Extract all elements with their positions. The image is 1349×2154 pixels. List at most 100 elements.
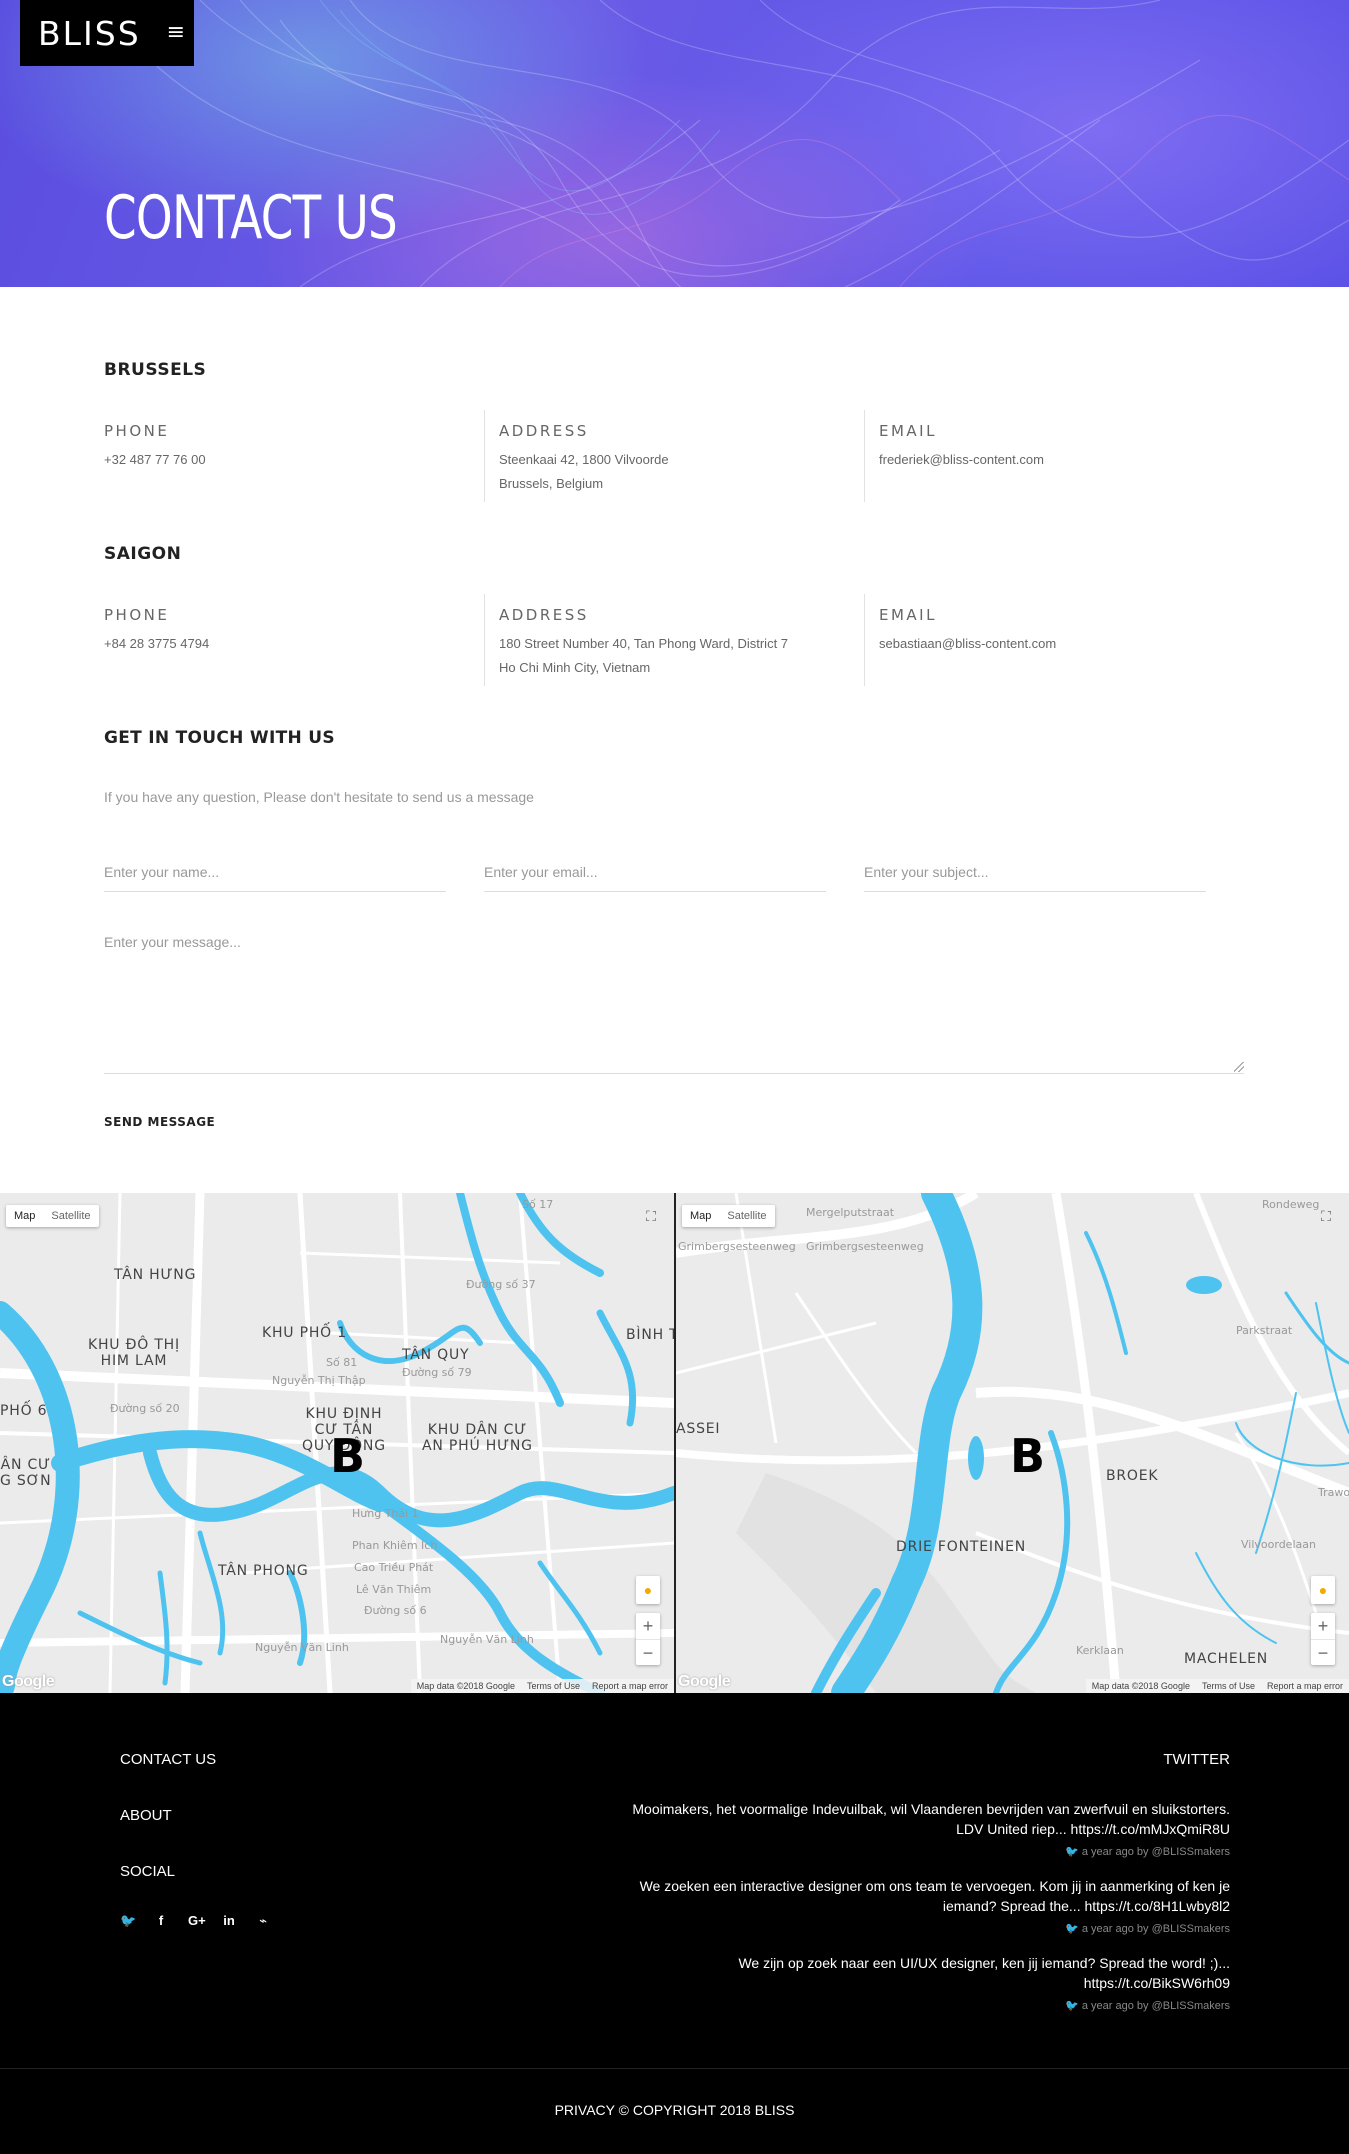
phone-label: PHONE bbox=[104, 422, 170, 440]
footer-nav: CONTACT US ABOUT SOCIAL bbox=[120, 1751, 216, 1919]
phone-label: PHONE bbox=[104, 606, 170, 624]
zoom-in-button[interactable]: + bbox=[636, 1613, 660, 1639]
map-street-label: Đường số 37 bbox=[466, 1278, 536, 1291]
fullscreen-icon[interactable]: ⛶ bbox=[1317, 1207, 1335, 1225]
send-message-button[interactable]: SEND MESSAGE bbox=[104, 1115, 215, 1129]
map-place-label: KHU DÂN CƯ AN PHÚ HƯNG bbox=[422, 1422, 533, 1454]
map-attribution: Map data ©2018 Google Terms of Use Repor… bbox=[1085, 1679, 1349, 1693]
contact-form-title: GET IN TOUCH WITH US bbox=[104, 728, 335, 748]
tweet-text[interactable]: Mooimakers, het voormalige Indevuilbak, … bbox=[610, 1799, 1230, 1839]
email-input[interactable] bbox=[484, 852, 826, 892]
linkedin-icon[interactable]: in bbox=[222, 1913, 236, 1929]
tweet-meta: 🐦 a year ago by @BLISSmakers bbox=[610, 1845, 1230, 1858]
phone-value[interactable]: +32 487 77 76 00 bbox=[104, 448, 484, 472]
phone-value[interactable]: +84 28 3775 4794 bbox=[104, 632, 484, 656]
zoom-out-button[interactable]: − bbox=[1311, 1639, 1335, 1665]
address-line-1: 180 Street Number 40, Tan Phong Ward, Di… bbox=[499, 636, 789, 651]
map-type-satellite-button[interactable]: Satellite bbox=[719, 1205, 774, 1227]
tweet: Mooimakers, het voormalige Indevuilbak, … bbox=[610, 1799, 1230, 1858]
fullscreen-icon[interactable]: ⛶ bbox=[642, 1207, 660, 1225]
hero-banner: BLISS ≡ CONTACT US bbox=[0, 0, 1349, 287]
map-saigon[interactable]: TÂN HƯNG KHU ĐÔ THỊ HIM LAM KHU PHỐ 1 TÂ… bbox=[0, 1193, 674, 1693]
terms-of-use-link[interactable]: Terms of Use bbox=[527, 1681, 580, 1691]
street-view-pegman-icon[interactable]: ● bbox=[636, 1576, 660, 1604]
map-street-label: Đường số 79 bbox=[402, 1366, 472, 1379]
email-label: EMAIL bbox=[879, 422, 937, 440]
twitter-icon[interactable]: 🐦 bbox=[120, 1913, 136, 1929]
tweet-meta-text: a year ago by @BLISSmakers bbox=[1081, 1923, 1230, 1935]
map-marker[interactable]: B bbox=[330, 1429, 365, 1483]
map-place-label: KHU PHỐ 1 bbox=[262, 1325, 347, 1341]
map-street-label: Kerklaan bbox=[1076, 1644, 1124, 1657]
footer-link-contact-us[interactable]: CONTACT US bbox=[120, 1751, 216, 1769]
google-logo: Google bbox=[678, 1673, 731, 1690]
subject-input[interactable] bbox=[864, 852, 1206, 892]
facebook-icon[interactable]: f bbox=[154, 1913, 168, 1929]
email-label: EMAIL bbox=[879, 606, 937, 624]
brand-name: BLISS bbox=[38, 13, 141, 53]
map-marker[interactable]: B bbox=[1010, 1429, 1045, 1483]
address-column: ADDRESS Steenkaai 42, 1800 Vilvoorde Bru… bbox=[484, 410, 864, 502]
map-street-label: Cao Triều Phát bbox=[354, 1561, 434, 1574]
map-type-satellite-button[interactable]: Satellite bbox=[43, 1205, 98, 1227]
tweet: We zijn op zoek naar een UI/UX designer,… bbox=[610, 1953, 1230, 2012]
report-map-error-link[interactable]: Report a map error bbox=[592, 1681, 668, 1691]
terms-of-use-link[interactable]: Terms of Use bbox=[1202, 1681, 1255, 1691]
copyright-text[interactable]: PRIVACY © COPYRIGHT 2018 BLISS bbox=[0, 2102, 1349, 2118]
twitter-heading: TWITTER bbox=[1163, 1751, 1230, 1768]
google-plus-icon[interactable]: G+ bbox=[188, 1913, 206, 1929]
map-place-label: PHỐ 6 bbox=[0, 1403, 48, 1419]
map-street-label: Mergelputstraat bbox=[806, 1206, 895, 1219]
name-input[interactable] bbox=[104, 852, 446, 892]
tweet-text[interactable]: We zijn op zoek naar een UI/UX designer,… bbox=[610, 1953, 1230, 1993]
tweet-text[interactable]: We zoeken een interactive designer om on… bbox=[610, 1876, 1230, 1916]
email-value[interactable]: frederiek@bliss-content.com bbox=[879, 448, 1244, 472]
phone-column: PHONE +32 487 77 76 00 bbox=[104, 410, 484, 502]
map-brussels[interactable]: ASSEI BROEK DRIE FONTEINEN MACHELEN Merg… bbox=[676, 1193, 1349, 1693]
office-name: BRUSSELS bbox=[104, 360, 207, 380]
address-value: 180 Street Number 40, Tan Phong Ward, Di… bbox=[499, 632, 864, 680]
map-street-label: Grimbergsesteenweg bbox=[806, 1240, 924, 1253]
office-brussels: BRUSSELS PHONE +32 487 77 76 00 ADDRESS … bbox=[104, 360, 1244, 502]
map-street-label: Lê Văn Thiêm bbox=[356, 1583, 432, 1596]
rss-icon[interactable]: ⌁ bbox=[256, 1913, 270, 1929]
map-street-label: Parkstraat bbox=[1236, 1324, 1293, 1337]
message-textarea[interactable] bbox=[104, 926, 1244, 1074]
address-label: ADDRESS bbox=[499, 422, 589, 440]
street-view-pegman-icon[interactable]: ● bbox=[1311, 1576, 1335, 1604]
map-street-label: Phan Khiêm Ích bbox=[352, 1539, 438, 1552]
tweet-list: Mooimakers, het voormalige Indevuilbak, … bbox=[610, 1799, 1230, 2030]
map-street-label: Hưng Thái 1 bbox=[352, 1507, 419, 1520]
map-street-label: Đường số 6 bbox=[364, 1604, 427, 1617]
map-place-label: TÂN QUY bbox=[402, 1347, 470, 1363]
email-value[interactable]: sebastiaan@bliss-content.com bbox=[879, 632, 1244, 656]
twitter-bird-icon: 🐦 bbox=[1065, 2000, 1082, 2012]
map-type-map-button[interactable]: Map bbox=[682, 1205, 719, 1227]
map-attribution: Map data ©2018 Google Terms of Use Repor… bbox=[410, 1679, 674, 1693]
map-place-label: BÌNH T bbox=[626, 1327, 674, 1343]
footer-link-about[interactable]: ABOUT bbox=[120, 1807, 216, 1825]
map-place-label: ÂN CƯ G SƠN bbox=[0, 1457, 52, 1489]
tweet-meta: 🐦 a year ago by @BLISSmakers bbox=[610, 1999, 1230, 2012]
office-details: PHONE +84 28 3775 4794 ADDRESS 180 Stree… bbox=[104, 594, 1244, 686]
map-place-label: MACHELEN bbox=[1184, 1651, 1269, 1667]
office-name: SAIGON bbox=[104, 544, 182, 564]
map-street-label: Trawoo bbox=[1318, 1486, 1349, 1499]
email-column: EMAIL frederiek@bliss-content.com bbox=[864, 410, 1244, 502]
map-street-label: Số 81 bbox=[326, 1356, 358, 1369]
map-type-control: Map Satellite bbox=[6, 1205, 99, 1227]
zoom-in-button[interactable]: + bbox=[1311, 1613, 1335, 1639]
report-map-error-link[interactable]: Report a map error bbox=[1267, 1681, 1343, 1691]
map-type-control: Map Satellite bbox=[682, 1205, 775, 1227]
zoom-out-button[interactable]: − bbox=[636, 1639, 660, 1665]
map-place-label: BROEK bbox=[1106, 1468, 1159, 1484]
office-details: PHONE +32 487 77 76 00 ADDRESS Steenkaai… bbox=[104, 410, 1244, 502]
footer-link-social[interactable]: SOCIAL bbox=[120, 1863, 216, 1881]
twitter-bird-icon: 🐦 bbox=[1065, 1846, 1082, 1858]
map-place-label: TÂN HƯNG bbox=[114, 1267, 197, 1283]
textarea-resize-handle[interactable] bbox=[1234, 1062, 1244, 1072]
menu-icon[interactable]: ≡ bbox=[167, 22, 185, 44]
map-type-map-button[interactable]: Map bbox=[6, 1205, 43, 1227]
brand-logo[interactable]: BLISS ≡ bbox=[20, 0, 194, 66]
map-street-label: Nguyễn Văn Linh bbox=[440, 1633, 534, 1646]
